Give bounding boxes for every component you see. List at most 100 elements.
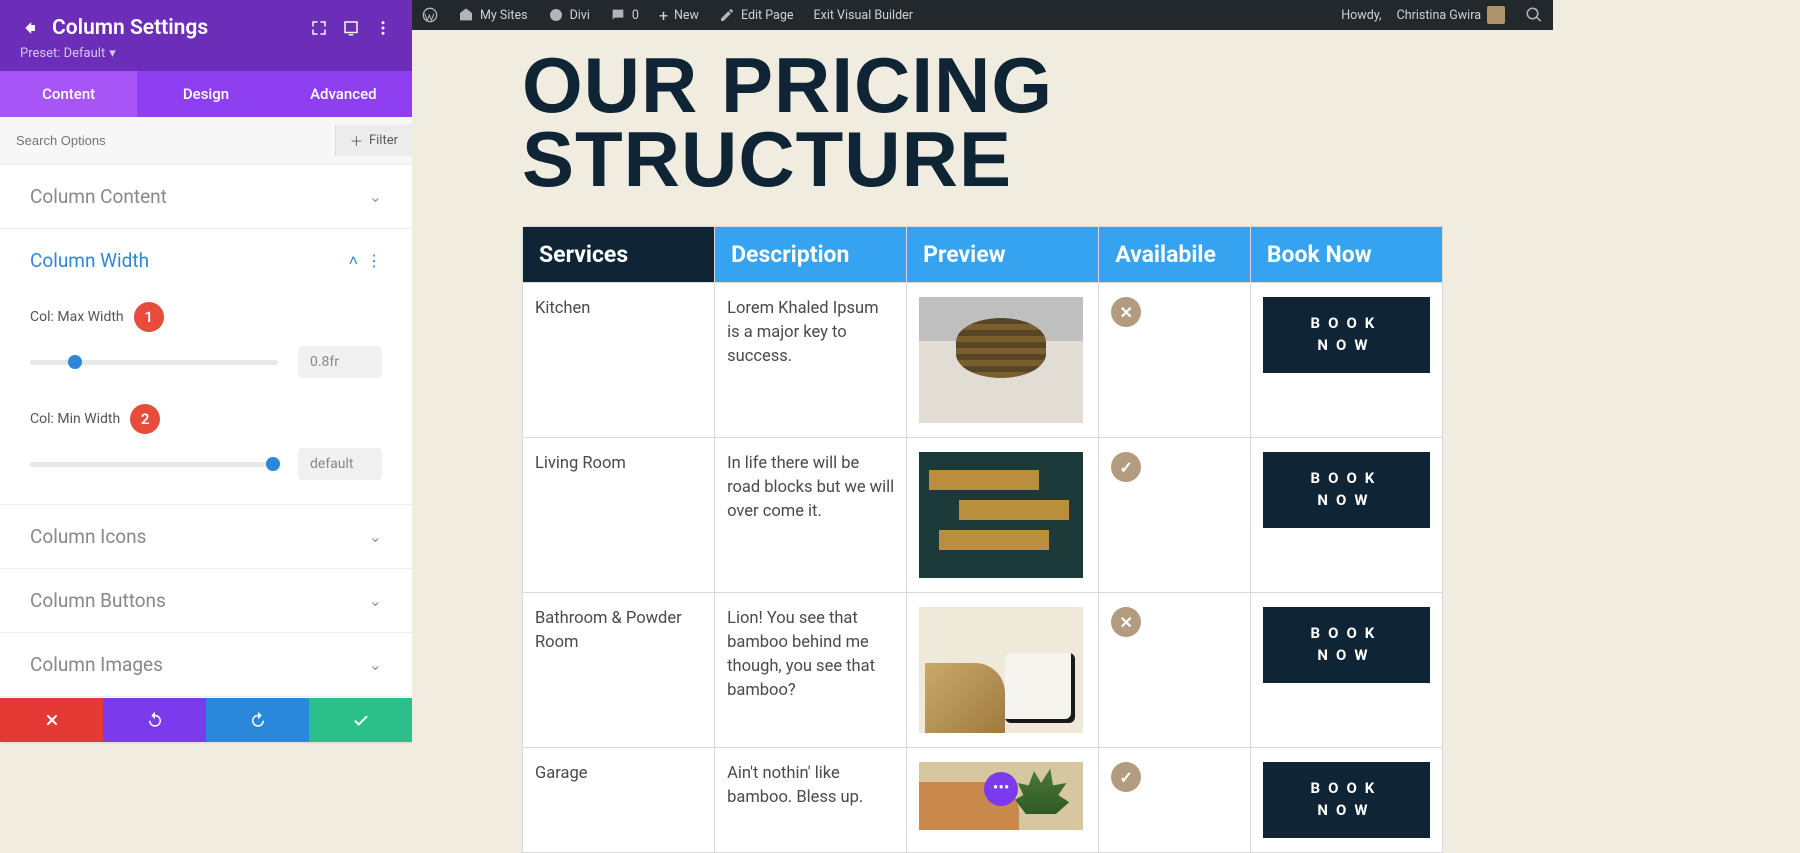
redo-button[interactable] — [206, 698, 309, 742]
panel-tabs: Content Design Advanced — [0, 71, 412, 117]
max-width-slider[interactable] — [30, 360, 278, 365]
section-column-content: Column Content ⌄ — [0, 165, 412, 229]
book-now-button[interactable]: BOOK NOW — [1263, 452, 1430, 528]
module-kebab-icon[interactable]: ••• — [984, 772, 1018, 806]
divi-link[interactable]: Divi — [538, 0, 600, 30]
column-settings-panel: Column Settings Preset: Default ▾ Conten… — [0, 0, 412, 742]
pricing-table: Services Description Preview Availabile … — [522, 226, 1443, 853]
responsive-icon[interactable] — [342, 19, 360, 37]
section-column-content-header[interactable]: Column Content ⌄ — [0, 165, 412, 228]
th-available: Availabile — [1099, 227, 1251, 283]
cell-description: In life there will be road blocks but we… — [715, 438, 907, 593]
table-row: Bathroom & Powder Room Lion! You see tha… — [523, 593, 1443, 748]
chevron-down-icon: ⌄ — [369, 591, 382, 610]
table-row: Garage Ain't nothin' like bamboo. Bless … — [523, 748, 1443, 853]
expand-icon[interactable] — [310, 19, 328, 37]
max-width-value[interactable]: 0.8fr — [298, 346, 382, 378]
plus-icon: ＋ — [350, 131, 363, 150]
section-column-buttons: Column Buttons ⌄ — [0, 569, 412, 633]
panel-body: Column Content ⌄ Column Width ˄ ⋮ Col: M… — [0, 165, 412, 698]
section-column-icons-header[interactable]: Column Icons ⌄ — [0, 505, 412, 568]
cell-preview — [907, 438, 1099, 593]
unavailable-icon: ✕ — [1111, 297, 1141, 327]
cell-available: ✕ — [1099, 283, 1251, 438]
cell-book: BOOK NOW — [1250, 748, 1442, 853]
plus-icon: + — [659, 6, 668, 25]
cell-preview: ••• — [907, 748, 1099, 853]
cell-service: Kitchen — [523, 283, 715, 438]
edit-page-link[interactable]: Edit Page — [709, 0, 804, 30]
kebab-icon[interactable]: ⋮ — [366, 251, 382, 270]
available-icon: ✓ — [1111, 762, 1141, 792]
cell-description: Lion! You see that bamboo behind me thou… — [715, 593, 907, 748]
chevron-down-icon: ⌄ — [369, 527, 382, 546]
panel-header: Column Settings Preset: Default ▾ — [0, 0, 412, 71]
th-description: Description — [715, 227, 907, 283]
book-now-button[interactable]: BOOK NOW — [1263, 297, 1430, 373]
tab-design[interactable]: Design — [137, 71, 274, 117]
th-preview: Preview — [907, 227, 1099, 283]
callout-2: 2 — [130, 404, 160, 434]
slider-thumb[interactable] — [266, 457, 280, 471]
undo-button[interactable] — [103, 698, 206, 742]
chevron-down-icon: ▾ — [109, 46, 116, 61]
available-icon: ✓ — [1111, 452, 1141, 482]
slider-thumb[interactable] — [68, 355, 82, 369]
exit-vb-link[interactable]: Exit Visual Builder — [804, 0, 924, 30]
table-header-row: Services Description Preview Availabile … — [523, 227, 1443, 283]
section-column-buttons-header[interactable]: Column Buttons ⌄ — [0, 569, 412, 632]
filter-label: Filter — [369, 133, 398, 148]
section-column-icons: Column Icons ⌄ — [0, 505, 412, 569]
search-icon[interactable] — [1515, 0, 1553, 30]
unavailable-icon: ✕ — [1111, 607, 1141, 637]
callout-1: 1 — [134, 302, 164, 332]
book-now-button[interactable]: BOOK NOW — [1263, 607, 1430, 683]
cell-description: Ain't nothin' like bamboo. Bless up. — [715, 748, 907, 853]
chevron-down-icon: ⌄ — [369, 655, 382, 674]
chevron-down-icon: ⌄ — [369, 187, 382, 206]
cancel-button[interactable] — [0, 698, 103, 742]
search-bar: ＋ Filter — [0, 117, 412, 165]
section-column-width-header[interactable]: Column Width ˄ ⋮ — [0, 229, 412, 292]
new-link[interactable]: +New — [649, 0, 709, 30]
preview-image — [919, 452, 1083, 578]
page-content: OUR PRICING STRUCTURE Services Descripti… — [412, 48, 1553, 853]
back-icon[interactable] — [20, 19, 38, 37]
section-column-images: Column Images ⌄ — [0, 633, 412, 697]
min-width-value[interactable]: default — [298, 448, 382, 480]
save-button[interactable] — [309, 698, 412, 742]
cell-available: ✕ — [1099, 593, 1251, 748]
wp-admin-bar: My Sites Divi 0 +New Edit Page Exit Visu… — [412, 0, 1553, 30]
preset-selector[interactable]: Preset: Default ▾ — [20, 46, 392, 61]
section-column-images-header[interactable]: Column Images ⌄ — [0, 633, 412, 696]
cell-book: BOOK NOW — [1250, 283, 1442, 438]
cell-available: ✓ — [1099, 748, 1251, 853]
wp-logo-icon[interactable] — [412, 0, 448, 30]
avatar — [1487, 6, 1505, 24]
cell-description: Lorem Khaled Ipsum is a major key to suc… — [715, 283, 907, 438]
book-now-button[interactable]: BOOK NOW — [1263, 762, 1430, 838]
my-sites-link[interactable]: My Sites — [448, 0, 538, 30]
preset-label: Preset: Default — [20, 46, 105, 61]
comments-link[interactable]: 0 — [600, 0, 649, 30]
search-input[interactable] — [16, 133, 335, 148]
cell-preview — [907, 593, 1099, 748]
tab-content[interactable]: Content — [0, 71, 137, 117]
cell-available: ✓ — [1099, 438, 1251, 593]
th-services: Services — [523, 227, 715, 283]
cell-book: BOOK NOW — [1250, 593, 1442, 748]
preview-image — [919, 607, 1083, 733]
tab-advanced[interactable]: Advanced — [275, 71, 412, 117]
cell-service: Living Room — [523, 438, 715, 593]
th-book: Book Now — [1250, 227, 1442, 283]
cell-preview — [907, 283, 1099, 438]
min-width-slider[interactable] — [30, 462, 278, 467]
page-heading: OUR PRICING STRUCTURE — [522, 48, 1443, 196]
table-row: Living Room In life there will be road b… — [523, 438, 1443, 593]
section-column-width: Column Width ˄ ⋮ Col: Max Width 1 0.8fr — [0, 229, 412, 505]
howdy-user[interactable]: Howdy, Christina Gwira — [1331, 0, 1515, 30]
filter-button[interactable]: ＋ Filter — [335, 125, 412, 156]
cell-service: Garage — [523, 748, 715, 853]
page-canvas: My Sites Divi 0 +New Edit Page Exit Visu… — [412, 0, 1553, 742]
kebab-icon[interactable] — [374, 19, 392, 37]
